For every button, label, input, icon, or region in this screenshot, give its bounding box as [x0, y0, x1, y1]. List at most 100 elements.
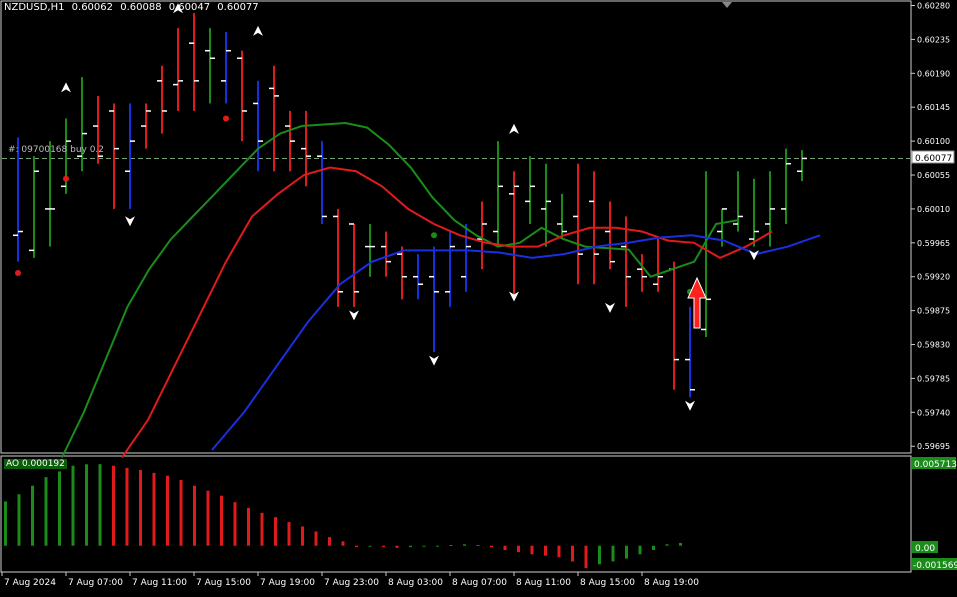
ao-bar — [260, 512, 264, 546]
ao-bar — [166, 475, 169, 546]
ao-bar — [476, 545, 480, 546]
fractal-down-icon — [749, 250, 759, 261]
price-tick-label: 0.59785 — [917, 374, 950, 383]
time-tick-label: 7 Aug 15:00 — [196, 578, 251, 588]
time-tick-label: 8 Aug 15:00 — [580, 578, 635, 588]
signal-dot — [63, 175, 69, 182]
ohlc-bar — [413, 254, 423, 300]
fractal-down-icon — [685, 400, 695, 411]
ohlc-bar — [253, 80, 263, 172]
ao-bar — [422, 545, 426, 547]
ohlc-bar — [429, 246, 439, 353]
ao-bar — [206, 490, 210, 546]
scroll-marker-icon[interactable] — [722, 2, 732, 8]
fractal-up-icon — [253, 25, 263, 36]
fractal-down-icon — [125, 216, 135, 227]
ohlc-bar — [109, 103, 119, 209]
ohlc-bar — [269, 65, 279, 172]
ao-scale-top: 0.005713 — [914, 460, 957, 470]
ohlc-bar — [653, 239, 663, 292]
ao-bar — [85, 464, 88, 546]
ao-bar — [598, 545, 601, 565]
price-tick-label: 0.59965 — [917, 239, 950, 248]
price-axis: 0.60280 0.60235 0.60190 0.60145 0.60100 0.600… — [911, 2, 950, 451]
trading-chart[interactable]: 0.60280 0.60235 0.60190 0.60145 0.60100 0.600… — [0, 0, 957, 593]
ao-indicator-label[interactable]: AO 0.000192 — [4, 459, 67, 469]
price-tick-label: 0.60145 — [917, 103, 950, 112]
ao-bar — [355, 545, 358, 548]
ao-bar — [139, 470, 142, 546]
ohlc-bar — [557, 193, 567, 240]
price-tick-label: 0.60235 — [917, 35, 950, 44]
ao-bar — [71, 465, 75, 546]
ohlc-bar — [573, 163, 583, 285]
price-tick-label: 0.60100 — [917, 137, 950, 146]
ohlc-bar — [349, 223, 359, 307]
time-tick-label: 8 Aug 07:00 — [452, 578, 507, 588]
open-value: 0.60062 — [71, 2, 114, 13]
ao-bar — [557, 545, 561, 558]
ao-bar — [625, 545, 628, 559]
time-tick-label: 8 Aug 03:00 — [388, 578, 443, 588]
price-tick-label: 0.59695 — [917, 442, 950, 451]
ohlc-bar — [397, 246, 407, 300]
ao-bar — [44, 477, 48, 546]
ohlc-bar — [461, 223, 471, 292]
ao-bar — [368, 545, 372, 547]
time-tick-label: 8 Aug 11:00 — [516, 578, 571, 588]
price-tick-label: 0.60190 — [917, 69, 950, 78]
ohlc-bar — [77, 77, 87, 172]
ohlc-bar — [493, 141, 503, 247]
ao-bar — [544, 545, 547, 556]
price-chart-svg[interactable]: 0.60280 0.60235 0.60190 0.60145 0.60100 0.600… — [0, 0, 957, 593]
ohlc-bar — [125, 103, 135, 209]
ao-bar — [665, 544, 669, 546]
ohlc-bar — [509, 171, 519, 300]
ao-bar — [247, 507, 250, 546]
price-tick-label: 0.59920 — [917, 273, 950, 282]
signal-dot — [223, 115, 229, 122]
time-tick-label: 7 Aug 11:00 — [132, 578, 187, 588]
high-value: 0.60088 — [120, 2, 162, 13]
ao-bar — [652, 545, 655, 550]
ohlc-bar — [781, 148, 791, 224]
price-bars — [13, 13, 807, 398]
ao-bar — [571, 545, 574, 562]
ao-bar — [490, 545, 493, 548]
ohlc-bar — [525, 156, 535, 224]
time-tick-label: 7 Aug 07:00 — [68, 578, 123, 588]
ao-bar — [125, 467, 129, 546]
ohlc-bar — [605, 201, 615, 270]
ohlc-bar — [477, 201, 487, 270]
ao-bar — [679, 542, 682, 546]
ao-scale-mid: 0.00 — [915, 544, 935, 554]
ao-bar — [395, 545, 399, 548]
ao-histogram — [4, 464, 682, 569]
signal-dot — [431, 232, 437, 239]
ma-green-line — [61, 121, 738, 458]
ohlc-bar — [637, 254, 647, 292]
fractal-down-icon — [429, 355, 439, 366]
ohlc-bar — [669, 261, 679, 390]
ao-bar — [382, 545, 385, 548]
ohlc-bar — [173, 28, 183, 111]
symbol-label: NZDUSD,H1 — [4, 2, 65, 13]
ao-bar — [58, 471, 61, 546]
ohlc-bar — [221, 31, 231, 104]
ao-bar — [436, 545, 439, 547]
trade-line-label[interactable]: #: 09700168 buy 0.2 — [8, 145, 104, 155]
ao-bar — [152, 472, 156, 546]
ohlc-bar — [45, 141, 55, 247]
close-value: 0.60077 — [217, 2, 259, 13]
ohlc-bar — [317, 141, 327, 224]
time-axis: 7 Aug 2024 7 Aug 07:00 7 Aug 11:00 7 Aug 15… — [1, 572, 699, 588]
signal-dot — [15, 269, 21, 276]
ao-bar — [274, 517, 277, 546]
time-tick-label: 7 Aug 19:00 — [260, 578, 315, 588]
ao-bar — [17, 494, 21, 546]
ohlc-bar — [157, 65, 167, 134]
ao-bar — [179, 480, 183, 546]
ohlc-bar — [205, 28, 215, 104]
price-tick-label: 0.59875 — [917, 307, 950, 316]
ao-bar — [530, 545, 534, 555]
